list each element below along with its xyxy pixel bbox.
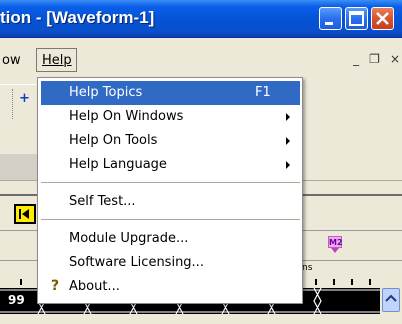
goto-start-button[interactable] xyxy=(14,204,36,224)
ruler-tick xyxy=(351,279,353,285)
help-menu-dropdown: Help Topics F1 Help On Windows Help On T… xyxy=(37,77,303,304)
submenu-arrow-icon xyxy=(286,113,290,121)
mdi-close-button[interactable]: × xyxy=(390,52,400,66)
submenu-arrow-icon xyxy=(286,161,290,169)
scroll-up-button[interactable] xyxy=(382,288,400,312)
menu-item-label: About... xyxy=(69,279,120,294)
ruler-tick xyxy=(315,279,317,285)
menu-item-label: Module Upgrade... xyxy=(69,231,189,246)
menu-item-help-on-windows[interactable]: Help On Windows xyxy=(41,105,300,129)
window-title: tion - [Waveform-1] xyxy=(0,8,155,27)
mdi-minimize-button[interactable]: _ xyxy=(353,52,359,66)
menu-item-help-topics[interactable]: Help Topics F1 xyxy=(41,81,300,105)
add-icon[interactable]: + xyxy=(19,91,35,107)
menu-item-help-language[interactable]: Help Language xyxy=(41,153,300,177)
close-button[interactable] xyxy=(371,7,394,30)
close-icon xyxy=(376,12,389,25)
marker-arrow-icon xyxy=(331,248,339,253)
menu-separator xyxy=(41,219,300,220)
ruler-tick xyxy=(20,279,22,285)
submenu-arrow-icon xyxy=(286,137,290,145)
menu-item-software-licensing[interactable]: Software Licensing... xyxy=(41,251,300,275)
menu-item-module-upgrade[interactable]: Module Upgrade... xyxy=(41,227,300,251)
chevron-up-icon xyxy=(385,294,397,302)
menu-item-self-test[interactable]: Self Test... xyxy=(41,190,300,214)
question-mark-icon: ? xyxy=(51,278,60,294)
menu-item-shortcut: F1 xyxy=(255,85,271,100)
right-panel xyxy=(300,84,402,180)
menu-item-label: Help Language xyxy=(69,157,167,172)
menu-item-label: Help Topics xyxy=(69,85,143,100)
title-bar: tion - [Waveform-1] xyxy=(0,0,402,38)
ruler-tick xyxy=(369,279,371,285)
toolbar-grip[interactable] xyxy=(12,89,16,119)
menu-item-label: Help On Windows xyxy=(69,109,184,124)
menu-help-label: Help xyxy=(42,53,72,68)
status-strip xyxy=(0,314,402,324)
maximize-icon xyxy=(349,11,364,26)
marker-m2[interactable]: M2 xyxy=(328,236,343,248)
menu-window[interactable]: ow xyxy=(2,53,21,68)
menu-help[interactable]: Help xyxy=(36,48,77,72)
mdi-controls: _ ❐ × xyxy=(353,52,400,66)
minimize-button[interactable] xyxy=(319,7,342,30)
mdi-restore-button[interactable]: ❐ xyxy=(369,52,380,66)
menu-item-about[interactable]: ? About... xyxy=(41,275,300,299)
maximize-button[interactable] xyxy=(345,7,368,30)
minimize-icon xyxy=(325,22,333,25)
goto-start-icon xyxy=(19,209,29,219)
bus-value: 99 xyxy=(8,293,25,307)
menu-item-label: Self Test... xyxy=(69,194,136,209)
menu-item-help-on-tools[interactable]: Help On Tools xyxy=(41,129,300,153)
time-unit-label: ns xyxy=(302,263,313,273)
menu-item-label: Software Licensing... xyxy=(69,255,204,270)
menu-item-label: Help On Tools xyxy=(69,133,158,148)
ruler-tick xyxy=(333,279,335,285)
menu-separator xyxy=(41,182,300,183)
